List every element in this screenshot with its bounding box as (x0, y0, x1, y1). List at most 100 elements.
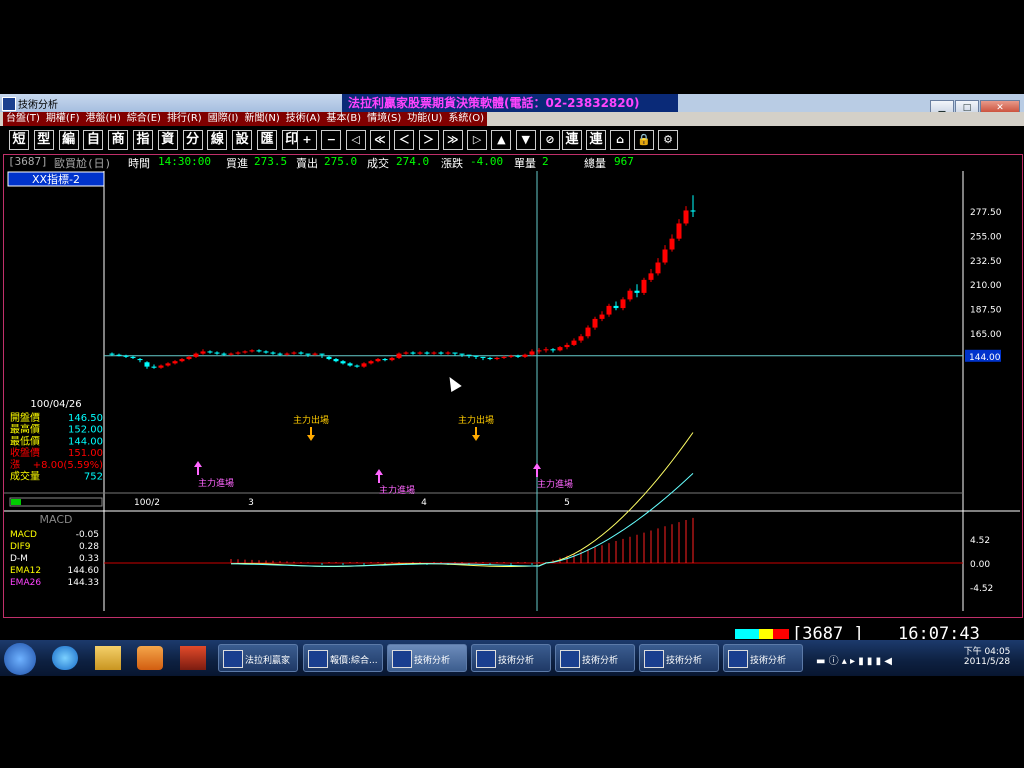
candle-body (452, 352, 458, 354)
toolbar-btn-8[interactable]: 線 (207, 130, 228, 150)
macd-label-3: EMA12 (10, 566, 41, 576)
toolbar-link-btn-0[interactable]: 連 (562, 130, 582, 150)
folder-icon[interactable] (95, 646, 121, 670)
toolbar-btn-9[interactable]: 設 (232, 130, 253, 150)
toolbar-btn-2[interactable]: 編 (58, 130, 79, 150)
menu-strip: 台盤(T) 期權(F) 港盤(H) 綜合(E) 排行(R) 國際(I) 新聞(N) 技術(A)… (3, 112, 488, 126)
toolbar-btn-6[interactable]: 資 (157, 130, 178, 150)
candle-body (277, 353, 283, 355)
candle-body (431, 352, 437, 354)
candle-body (606, 305, 612, 315)
volume-value: 2 (542, 155, 549, 168)
task-button-0[interactable]: 法拉利贏家 (218, 644, 298, 672)
macd-label-1: DIF9 (10, 542, 31, 552)
candle-body (228, 353, 234, 355)
rewind-icon[interactable]: ≪ (369, 130, 390, 150)
candle-body (417, 352, 423, 354)
price-chart[interactable]: XX指標-2 100/04/26開盤價 146.50 最高價 152.00 最低價 144.… (4, 171, 1020, 611)
toolbar-btn-4[interactable]: 商 (108, 130, 129, 150)
menu-item-7[interactable]: 技術(A) (283, 112, 324, 126)
toolbar-btn-1[interactable]: 型 (33, 130, 54, 150)
task-button-5[interactable]: 技術分析 (639, 644, 719, 672)
media-player-icon[interactable] (137, 646, 163, 670)
toolbar-btn-7[interactable]: 分 (182, 130, 203, 150)
indicator-tab-label[interactable]: XX指標-2 (32, 172, 80, 186)
candle-body (116, 354, 122, 356)
macd-tick-1: 0.00 (970, 560, 990, 570)
task-button-6[interactable]: 技術分析 (723, 644, 803, 672)
zoom-in-icon[interactable]: + (297, 130, 317, 150)
prev-icon[interactable]: ＜ (394, 130, 415, 150)
candle-body (361, 363, 367, 367)
candle-body (249, 350, 255, 352)
menu-item-3[interactable]: 綜合(E) (124, 112, 164, 126)
candle-body (480, 356, 486, 358)
progress-fill (11, 499, 21, 505)
task-label: 報價:綜合... (330, 656, 378, 666)
candle-body (109, 353, 115, 355)
taskbar: 法拉利贏家 報價:綜合... 技術分析 技術分析 技術分析 技術分析 技術分析 ▬ ⓘ ▴ … (0, 640, 1024, 676)
start-button[interactable] (4, 643, 36, 675)
toolbar-btn-0[interactable]: 短 (9, 130, 29, 150)
title-bar[interactable]: 技術分析 法拉利贏家股票期貨決策軟體(電話：02-23832820) ▁ □ ✕ (0, 94, 1024, 116)
task-button-4[interactable]: 技術分析 (555, 644, 635, 672)
forward-icon[interactable]: ≫ (442, 130, 463, 150)
lock-icon[interactable]: 🔒 (634, 130, 654, 150)
next-icon[interactable]: ＞ (418, 130, 439, 150)
macd-value-0: -0.05 (76, 530, 99, 540)
menu-item-8[interactable]: 基本(B) (323, 112, 364, 126)
task-label: 技術分析 (750, 656, 787, 666)
menu-item-0[interactable]: 台盤(T) (3, 112, 43, 126)
toolbar: 短型編自商指資分線設匯印 + − ◁ ≪ ＜＞ ≫ ▷ ▲ ▼ ⊘ 連連 ⌂ 🔒 ⚙ (0, 126, 1024, 154)
up-icon[interactable]: ▲ (491, 130, 512, 150)
candle-body (466, 354, 472, 356)
zoom-out-icon[interactable]: − (321, 130, 342, 150)
toolbar-btn-10[interactable]: 匯 (257, 130, 277, 150)
window-icon[interactable]: ⌂ (610, 130, 630, 150)
candle-body (165, 363, 171, 366)
bid-label: 買進 (226, 157, 248, 170)
menu-item-5[interactable]: 國際(I) (205, 112, 242, 126)
task-button-2[interactable]: 技術分析 (387, 644, 467, 672)
menu-item-2[interactable]: 港盤(H) (82, 112, 123, 126)
info-label-2: 最低價 (10, 434, 40, 447)
app-shortcut-icon[interactable] (180, 646, 206, 670)
bid-value: 273.5 (254, 155, 288, 168)
x-label-0: 100/2 (134, 498, 160, 508)
info-date: 100/04/26 (30, 399, 81, 410)
first-icon[interactable]: ◁ (345, 130, 366, 150)
menu-item-11[interactable]: 系統(O) (445, 112, 487, 126)
tray-icons[interactable]: ▬ ⓘ ▴ ▸ ▮ ▮ ▮ ◀ (816, 652, 892, 667)
candle-body (613, 305, 619, 309)
candle-body (557, 347, 563, 351)
task-app-icon (560, 650, 580, 668)
task-button-1[interactable]: 報價:綜合... (303, 644, 383, 672)
menu-item-4[interactable]: 排行(R) (164, 112, 205, 126)
candle-body (445, 352, 451, 354)
settings-icon[interactable]: ⚙ (658, 130, 678, 150)
ticker-swatch-cyan (735, 629, 759, 639)
task-button-3[interactable]: 技術分析 (471, 644, 551, 672)
candle-body (179, 359, 185, 362)
last-icon[interactable]: ▷ (467, 130, 488, 150)
toolbar-btn-5[interactable]: 指 (133, 130, 153, 150)
menu-item-10[interactable]: 功能(U) (404, 112, 445, 126)
tray-clock[interactable]: 下午 04:05 2011/5/28 (962, 644, 1012, 667)
toolbar-btn-3[interactable]: 自 (83, 130, 104, 150)
browser-icon[interactable] (52, 646, 78, 670)
price-tick-1: 255.00 (970, 232, 1002, 242)
candle-body (473, 355, 479, 357)
menu-item-1[interactable]: 期權(F) (43, 112, 83, 126)
candle-body (382, 359, 388, 361)
down-icon[interactable]: ▼ (515, 130, 536, 150)
app-icon (2, 97, 16, 111)
enter-arrow-icon (533, 463, 541, 477)
candle-body (151, 366, 157, 368)
task-app-icon (476, 650, 496, 668)
menu-item-6[interactable]: 新聞(N) (241, 112, 282, 126)
toolbar-link-btn-1[interactable]: 連 (586, 130, 606, 150)
candle-body (298, 352, 304, 354)
reset-icon[interactable]: ⊘ (540, 130, 560, 150)
macd-value-1: 0.28 (79, 542, 99, 552)
menu-item-9[interactable]: 情境(S) (364, 112, 404, 126)
